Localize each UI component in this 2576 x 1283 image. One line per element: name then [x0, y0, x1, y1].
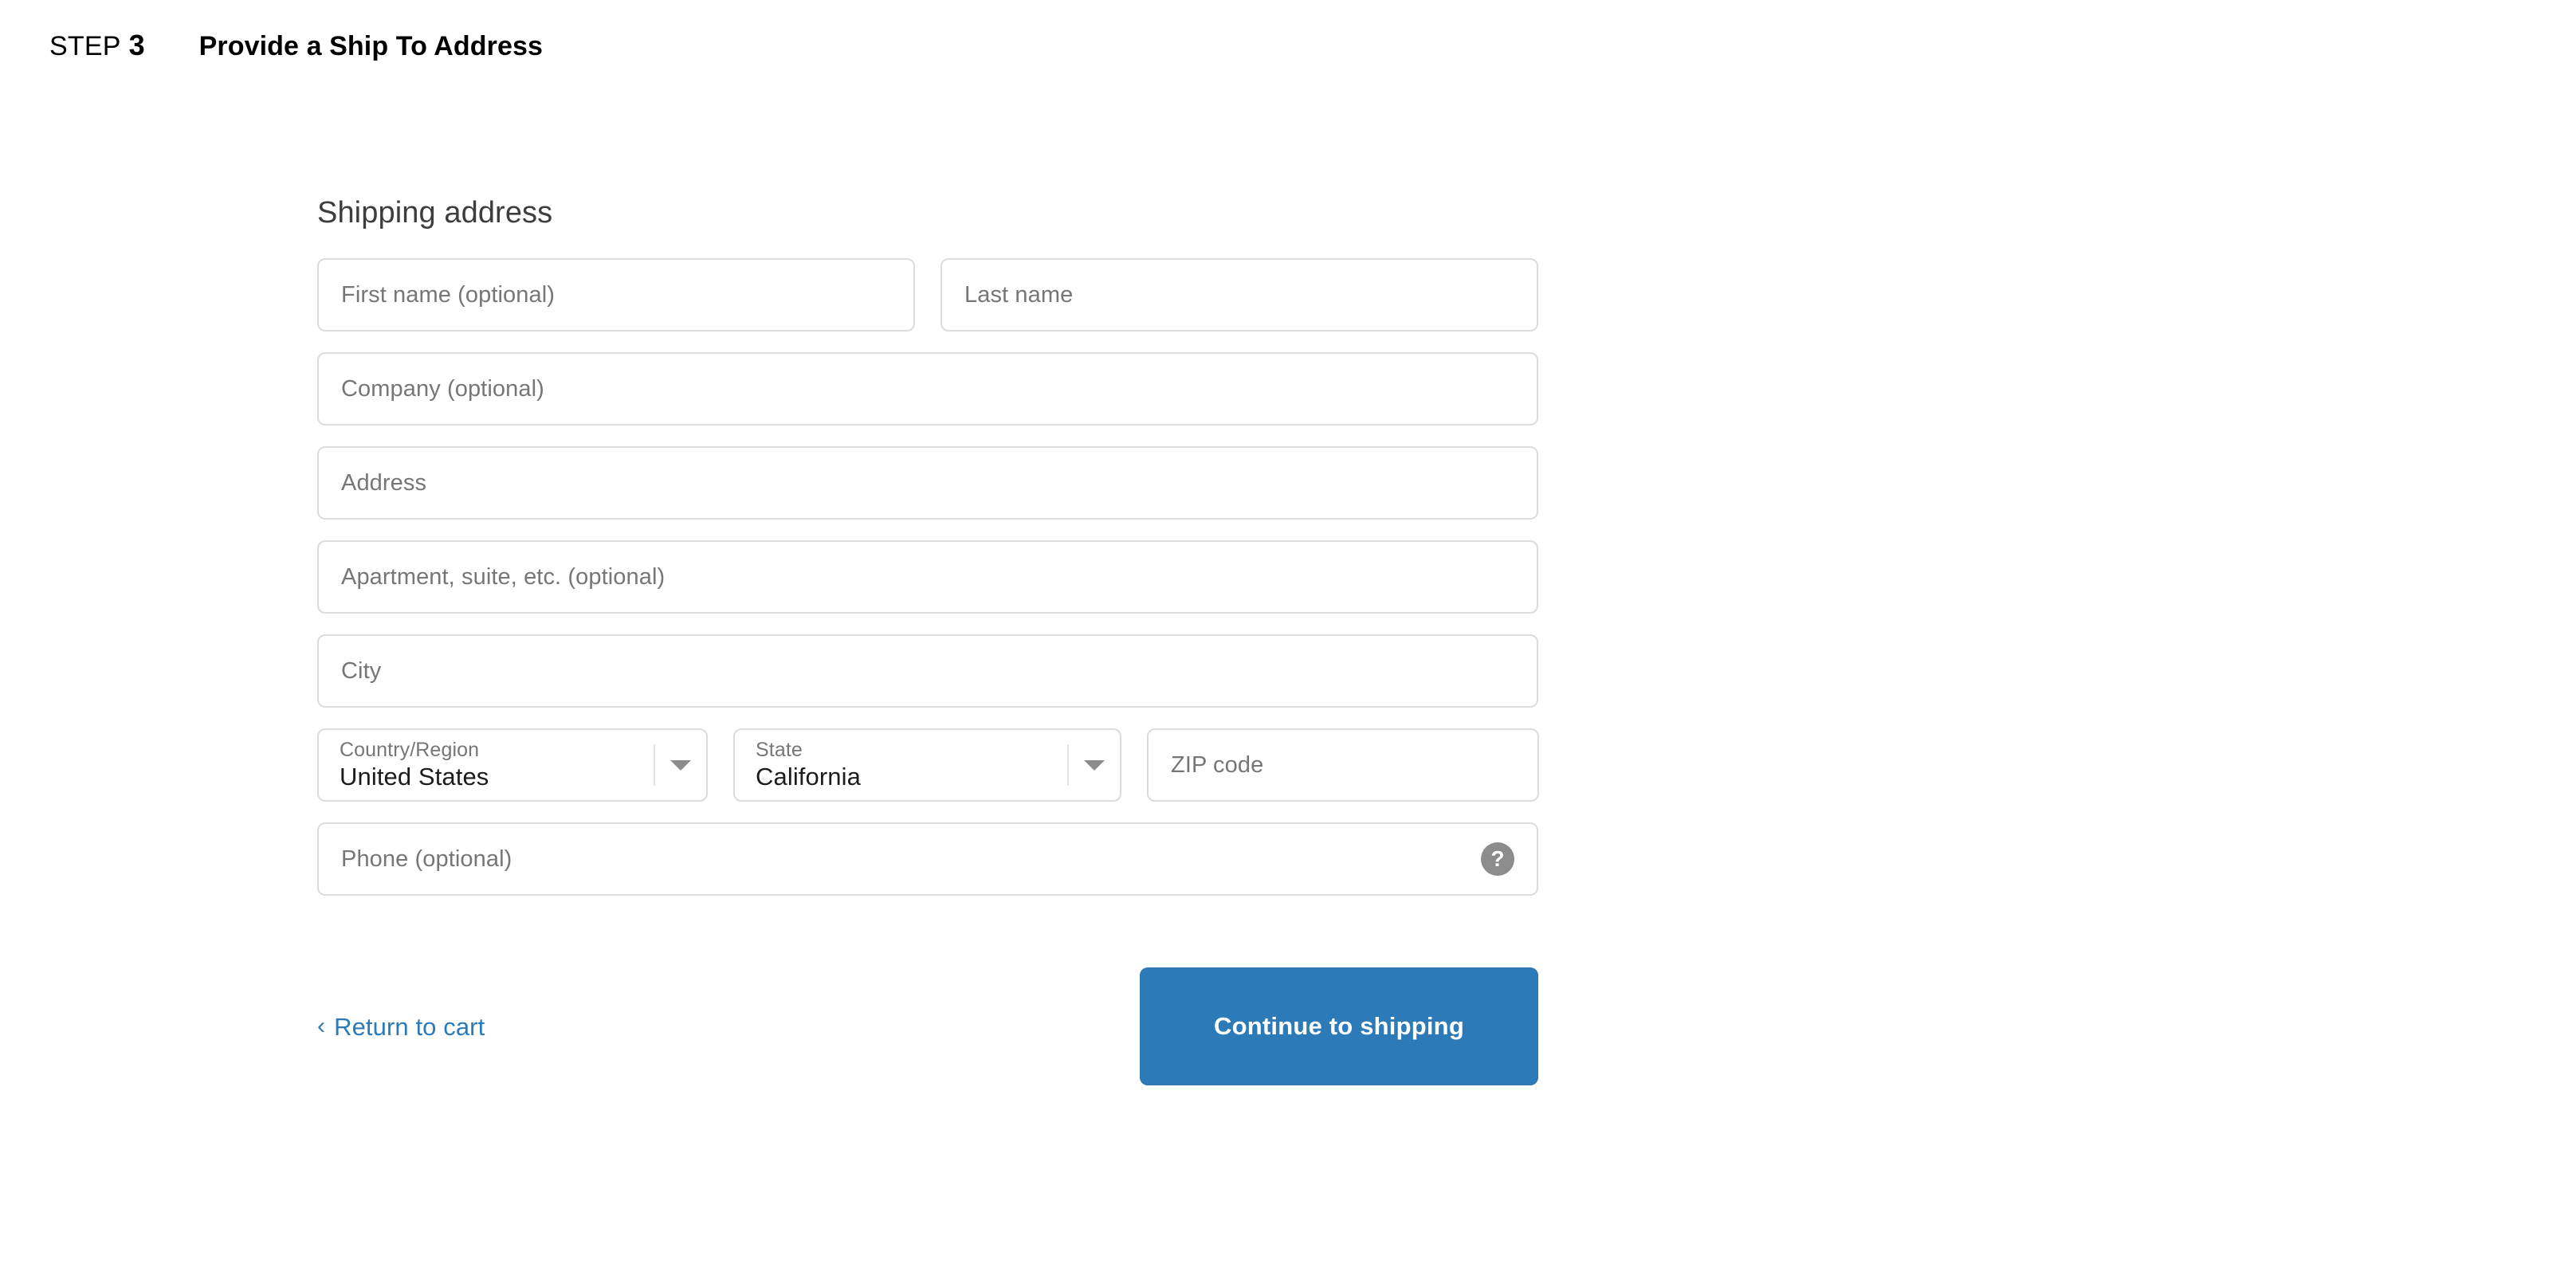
- form-actions: ‹ Return to cart Continue to shipping: [317, 967, 1538, 1085]
- first-name-placeholder: First name (optional): [341, 281, 556, 308]
- state-label: State: [756, 738, 803, 761]
- apartment-field[interactable]: Apartment, suite, etc. (optional): [317, 540, 1538, 614]
- help-circle-icon[interactable]: ?: [1481, 842, 1514, 876]
- return-to-cart-label: Return to cart: [334, 1012, 485, 1041]
- country-region-text: Country/Region United States: [319, 730, 654, 800]
- country-region-select[interactable]: Country/Region United States: [317, 728, 708, 802]
- company-field[interactable]: Company (optional): [317, 352, 1538, 426]
- step-number: 3: [128, 29, 145, 61]
- step-word: STEP: [49, 31, 121, 61]
- page-title: Provide a Ship To Address: [198, 31, 544, 61]
- return-to-cart-link[interactable]: ‹ Return to cart: [317, 1014, 485, 1039]
- name-row: First name (optional) Last name: [317, 258, 1538, 332]
- chevron-down-icon[interactable]: [655, 730, 706, 800]
- locale-row: Country/Region United States State Calif…: [317, 728, 1539, 802]
- zip-code-field[interactable]: ZIP code: [1147, 728, 1539, 802]
- phone-placeholder: Phone (optional): [341, 846, 512, 872]
- zip-code-placeholder: ZIP code: [1171, 751, 1264, 778]
- state-value: California: [756, 762, 861, 791]
- section-heading: Shipping address: [317, 196, 553, 230]
- country-region-value: United States: [340, 762, 489, 791]
- chevron-left-icon: ‹: [317, 1013, 326, 1039]
- first-name-field[interactable]: First name (optional): [317, 258, 915, 332]
- city-placeholder: City: [341, 657, 382, 684]
- country-region-label: Country/Region: [340, 738, 480, 761]
- phone-field[interactable]: Phone (optional) ?: [317, 822, 1538, 896]
- address-row: Address: [317, 446, 1538, 520]
- apartment-placeholder: Apartment, suite, etc. (optional): [341, 563, 666, 590]
- phone-row: Phone (optional) ?: [317, 822, 1538, 896]
- city-row: City: [317, 634, 1538, 708]
- step-header: STEP 3 Provide a Ship To Address: [49, 29, 543, 62]
- last-name-placeholder: Last name: [964, 281, 1074, 308]
- company-row: Company (optional): [317, 352, 1538, 426]
- state-text: State California: [735, 730, 1067, 800]
- state-select[interactable]: State California: [733, 728, 1121, 802]
- city-field[interactable]: City: [317, 634, 1538, 708]
- company-placeholder: Company (optional): [341, 375, 544, 402]
- apartment-row: Apartment, suite, etc. (optional): [317, 540, 1538, 614]
- chevron-down-icon[interactable]: [1069, 730, 1120, 800]
- address-placeholder: Address: [341, 469, 427, 496]
- last-name-field[interactable]: Last name: [940, 258, 1538, 332]
- continue-to-shipping-button[interactable]: Continue to shipping: [1140, 967, 1538, 1085]
- address-field[interactable]: Address: [317, 446, 1538, 520]
- shipping-address-form: Shipping address First name (optional) L…: [317, 196, 1539, 1085]
